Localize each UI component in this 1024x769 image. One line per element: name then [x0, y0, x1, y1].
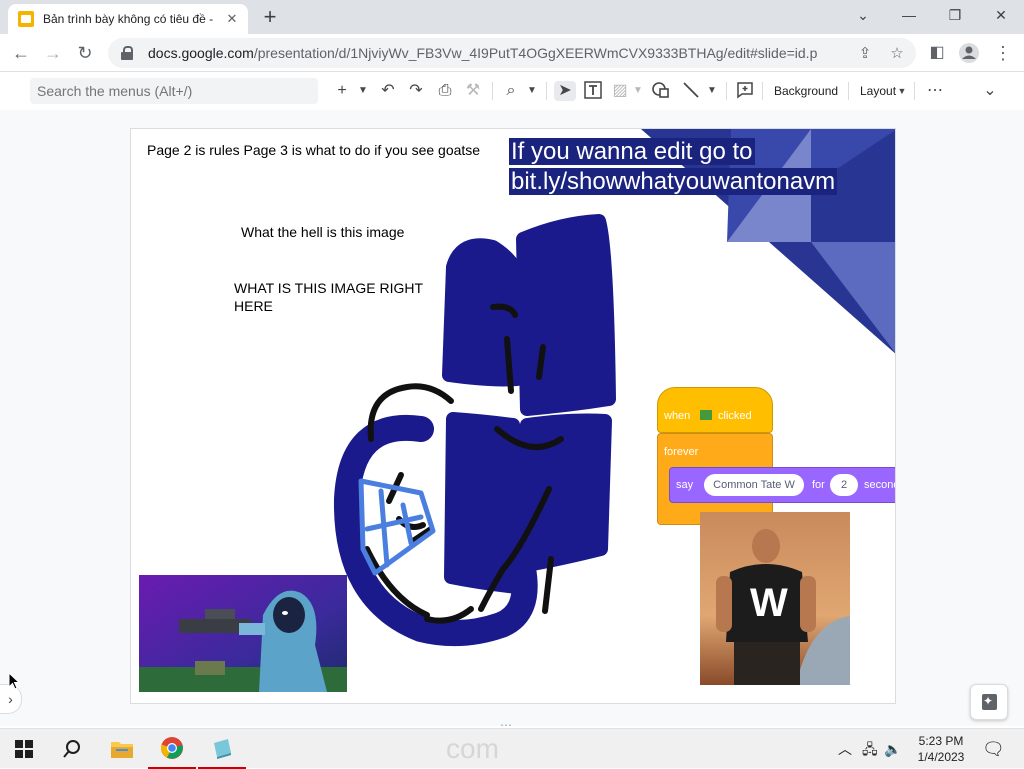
undo-icon[interactable]: ↶: [378, 81, 398, 101]
tab-search-chevron-icon[interactable]: ⌄: [848, 4, 878, 26]
collapse-menus-chevron-icon[interactable]: ⌄: [980, 81, 1000, 101]
search-icon: [63, 740, 80, 758]
question-text[interactable]: What the hell is this image: [241, 223, 404, 241]
app-icon: [214, 739, 231, 759]
print-icon[interactable]: ⎙: [434, 81, 456, 101]
shout-text-line-1: WHAT IS THIS IMAGE RIGHT: [234, 280, 424, 296]
select-cursor-icon[interactable]: ➤: [554, 81, 576, 101]
chrome-icon: [161, 737, 183, 759]
background-button[interactable]: Background: [774, 82, 838, 100]
redo-icon[interactable]: ↷: [406, 81, 426, 101]
toolbar-divider: [492, 82, 493, 100]
toolbar-divider: [848, 82, 849, 100]
game-character-photo[interactable]: [139, 575, 347, 692]
scratch-seconds-pill: 2: [830, 474, 858, 496]
line-icon[interactable]: [680, 81, 702, 101]
show-hidden-icons-chevron-icon[interactable]: ︿: [838, 739, 852, 759]
new-tab-button[interactable]: +: [258, 6, 282, 30]
url-text: docs.google.com/presentation/d/1NjviyWv_…: [148, 45, 818, 61]
toolbar-divider: [762, 82, 763, 100]
forward-arrow-icon[interactable]: →: [40, 40, 66, 66]
image-dropdown-icon[interactable]: ▼: [632, 81, 644, 101]
lock-icon[interactable]: [120, 46, 134, 60]
browser-menu-icon[interactable]: ⋮: [990, 40, 1016, 66]
windows-start-icon: [15, 740, 33, 758]
new-slide-dropdown-icon[interactable]: ▼: [356, 81, 370, 101]
bookmark-star-icon[interactable]: ☆: [888, 45, 906, 63]
clock-date: 1/4/2023: [917, 750, 965, 764]
restore-button[interactable]: ❐: [940, 4, 970, 26]
search-button[interactable]: [48, 729, 96, 769]
scratch-forever-label: forever: [664, 446, 699, 458]
scratch-for-label: for: [812, 479, 825, 491]
menu-search-input[interactable]: [30, 78, 318, 104]
minimize-button[interactable]: —: [894, 4, 924, 26]
browser-tab-strip: Bản trình bày không có tiêu đề - ✕ + ⌄ —…: [0, 0, 1024, 34]
more-options-icon[interactable]: ⋯: [924, 81, 946, 101]
shape-icon[interactable]: [650, 81, 672, 101]
mouse-pointer-icon: [8, 672, 20, 690]
reload-icon[interactable]: ↻: [72, 40, 98, 66]
side-panel-icon[interactable]: ◧: [924, 40, 950, 66]
tab-title: Bản trình bày không có tiêu đề -: [43, 12, 214, 26]
toolbar-divider: [546, 82, 547, 100]
new-slide-plus-icon[interactable]: +: [334, 81, 350, 101]
green-flag-icon: [700, 410, 712, 420]
profile-avatar-icon[interactable]: [956, 40, 982, 66]
explore-button[interactable]: [970, 684, 1008, 720]
tab-close-icon[interactable]: ✕: [224, 11, 240, 27]
watermark-text: com: [446, 733, 499, 764]
start-button[interactable]: [0, 729, 48, 769]
banner-line-2: bit.ly/showwhatyouwantonavm: [509, 168, 838, 195]
system-clock[interactable]: 5:23 PM 1/4/2023: [910, 733, 972, 765]
line-dropdown-icon[interactable]: ▼: [706, 81, 718, 101]
app-taskbar-button[interactable]: [198, 729, 246, 769]
slide-workspace: Page 2 is rules Page 3 is what to do if …: [0, 110, 1024, 732]
toolbar-divider: [914, 82, 915, 100]
toolbar-divider: [726, 82, 727, 100]
network-icon[interactable]: 🖧: [862, 739, 878, 759]
browser-toolbar: ← → ↻ docs.google.com/presentation/d/1Nj…: [0, 34, 1024, 72]
share-icon[interactable]: ⇪: [856, 45, 874, 63]
scratch-hat-block: when clicked: [657, 387, 773, 433]
notifications-icon[interactable]: 🗨: [982, 739, 1005, 759]
scratch-message-pill: Common Tate W: [704, 474, 804, 496]
text-box-icon[interactable]: [582, 81, 604, 101]
browser-tab[interactable]: Bản trình bày không có tiêu đề - ✕: [8, 4, 248, 34]
address-bar[interactable]: docs.google.com/presentation/d/1NjviyWv_…: [108, 38, 916, 68]
slide-note-text[interactable]: Page 2 is rules Page 3 is what to do if …: [147, 141, 480, 159]
add-comment-icon[interactable]: [734, 81, 756, 101]
edit-link-banner[interactable]: If you wanna edit go to bit.ly/showwhaty…: [509, 137, 838, 197]
folder-icon: [111, 742, 133, 758]
banner-line-1: If you wanna edit go to: [509, 138, 755, 165]
clock-time: 5:23 PM: [918, 734, 964, 748]
man-portrait-photo[interactable]: W: [700, 512, 850, 685]
shout-text[interactable]: WHAT IS THIS IMAGE RIGHT HERE: [234, 279, 423, 315]
chrome-taskbar-button[interactable]: [148, 729, 196, 769]
scratch-say-label: say: [676, 479, 694, 491]
scratch-clicked-label: clicked: [718, 410, 752, 422]
layout-dropdown-icon[interactable]: ▼: [897, 81, 907, 101]
layout-button[interactable]: Layout: [860, 82, 896, 100]
scratch-seconds-label: seconds: [864, 479, 895, 491]
scratch-when-label: when: [664, 410, 691, 422]
shout-text-line-2: HERE: [234, 298, 273, 314]
image-insert-icon[interactable]: ▨: [610, 81, 630, 101]
paint-format-icon[interactable]: ⚒: [464, 81, 482, 101]
close-window-button[interactable]: ✕: [986, 4, 1016, 26]
shirt-letter: W: [750, 581, 788, 625]
slides-toolbar: + ▼ ↶ ↷ ⎙ ⚒ ⌕ ▼ ➤ ▨ ▼ ▼ Background Layou…: [0, 72, 1024, 110]
windows-taskbar: com ︿ 🖧 🔈 5:23 PM 1/4/2023 🗨: [0, 728, 1024, 769]
slide-canvas[interactable]: Page 2 is rules Page 3 is what to do if …: [130, 128, 896, 704]
volume-icon[interactable]: 🔈: [884, 739, 901, 759]
file-explorer-taskbar-button[interactable]: [98, 729, 146, 769]
back-arrow-icon[interactable]: ←: [8, 40, 34, 66]
zoom-icon[interactable]: ⌕: [502, 81, 520, 101]
zoom-dropdown-icon[interactable]: ▼: [526, 81, 538, 101]
scratch-say-block: say Common Tate W for 2 seconds: [669, 467, 895, 503]
slides-favicon-icon: [18, 11, 34, 27]
